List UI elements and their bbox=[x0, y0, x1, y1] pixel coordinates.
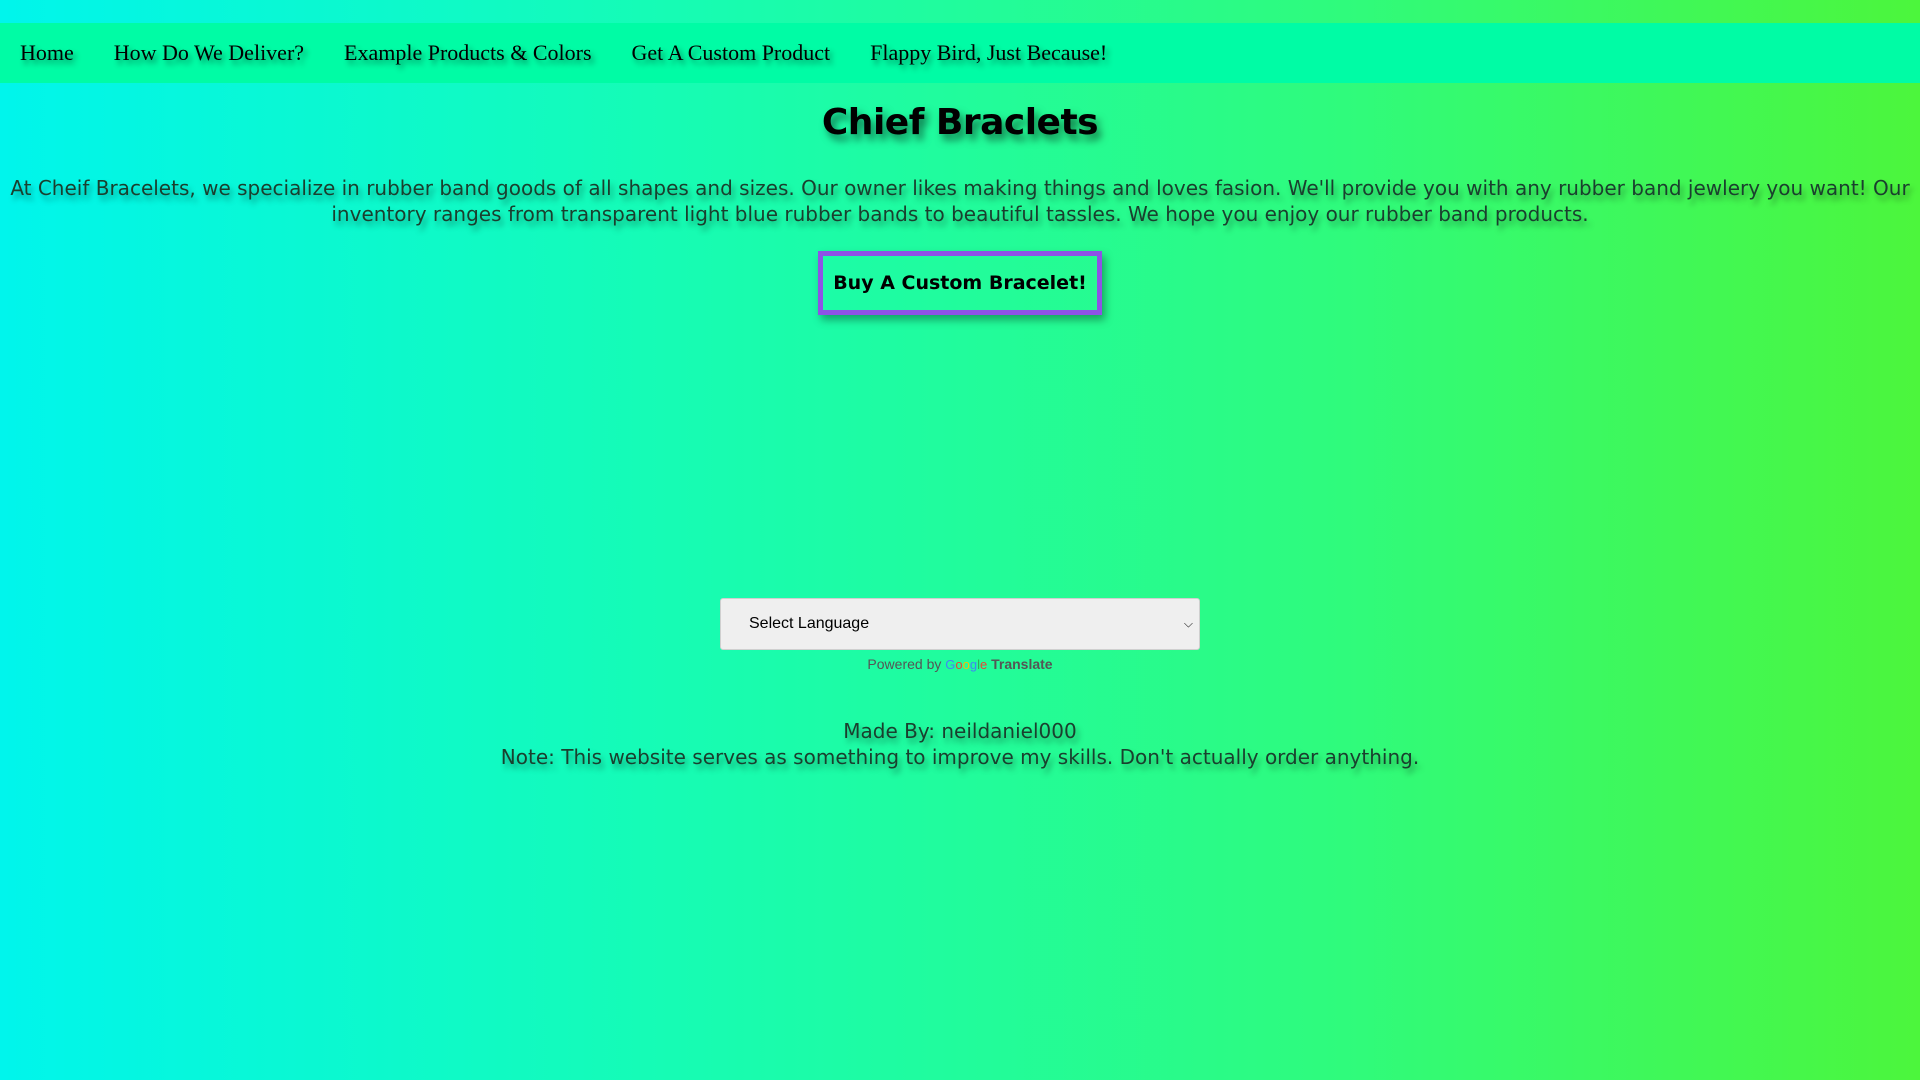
page-title: Chief Braclets bbox=[821, 102, 1099, 143]
google-translate-widget: Select Language ⌵ Powered by Google Tran… bbox=[720, 598, 1200, 672]
translate-link[interactable]: Translate bbox=[991, 656, 1052, 672]
powered-by-google-translate: Powered by Google Translate bbox=[720, 656, 1200, 672]
nav-item-home[interactable]: Home bbox=[20, 40, 74, 66]
disclaimer-note: Note: This website serves as something t… bbox=[500, 745, 1420, 769]
footer: Made By: neildaniel000 Note: This websit… bbox=[0, 718, 1920, 770]
made-by-text: Made By: neildaniel000 bbox=[843, 719, 1077, 743]
top-nav: Home How Do We Deliver? Example Products… bbox=[0, 23, 1920, 83]
language-select-label: Select Language bbox=[749, 615, 870, 632]
powered-by-text: Powered by bbox=[867, 656, 942, 672]
page-description: At Cheif Bracelets, we specialize in rub… bbox=[10, 176, 1910, 226]
nav-item-products[interactable]: Example Products & Colors bbox=[344, 40, 591, 66]
chevron-down-icon: ⌵ bbox=[1183, 616, 1193, 631]
nav-item-delivery[interactable]: How Do We Deliver? bbox=[114, 40, 304, 66]
nav-item-flappy-bird[interactable]: Flappy Bird, Just Because! bbox=[870, 40, 1107, 66]
nav-item-custom-product[interactable]: Get A Custom Product bbox=[632, 40, 831, 66]
language-select[interactable]: Select Language ⌵ bbox=[720, 598, 1200, 650]
buy-custom-bracelet-button[interactable]: Buy A Custom Bracelet! bbox=[818, 251, 1102, 315]
google-logo[interactable]: Google bbox=[945, 657, 987, 672]
